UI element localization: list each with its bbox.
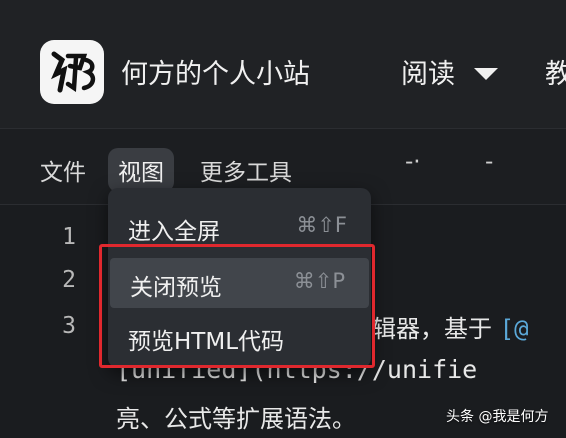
line-number: 1 (62, 224, 76, 250)
site-logo[interactable] (40, 40, 104, 104)
line-number: 3 (62, 313, 76, 339)
site-header: 何方的个人小站 阅读 教 (0, 0, 566, 129)
site-title[interactable]: 何方的个人小站 (121, 52, 310, 91)
menu-view[interactable]: 视图 (108, 148, 174, 192)
shortcut-label: ⌘⇧F (296, 213, 347, 237)
menu-more-tools[interactable]: 更多工具 (200, 153, 292, 187)
menu-file[interactable]: 文件 (40, 153, 86, 187)
calligraphy-logo-icon (51, 51, 96, 93)
menu-item-label: 进入全屏 (128, 219, 220, 245)
watermark: 头条 @我是何方 (446, 409, 549, 425)
nav-more-partial[interactable]: 教 (545, 52, 566, 91)
code-link-tail: @ (514, 315, 529, 343)
code-link-bracket: [ (499, 315, 515, 343)
highlight-annotation-box (99, 244, 375, 368)
toolbar-mark-b[interactable]: - (485, 149, 493, 175)
chevron-down-icon[interactable] (474, 68, 498, 80)
line-number: 2 (62, 267, 76, 293)
nav-read[interactable]: 阅读 (401, 52, 455, 91)
code-line-3: 辑器，基于 [@ (372, 309, 529, 344)
code-line-5: 亮、公式等扩展语法。 (116, 405, 356, 433)
code-text: 辑器，基于 (372, 315, 492, 343)
toolbar-mark-a[interactable]: -· (405, 149, 421, 175)
